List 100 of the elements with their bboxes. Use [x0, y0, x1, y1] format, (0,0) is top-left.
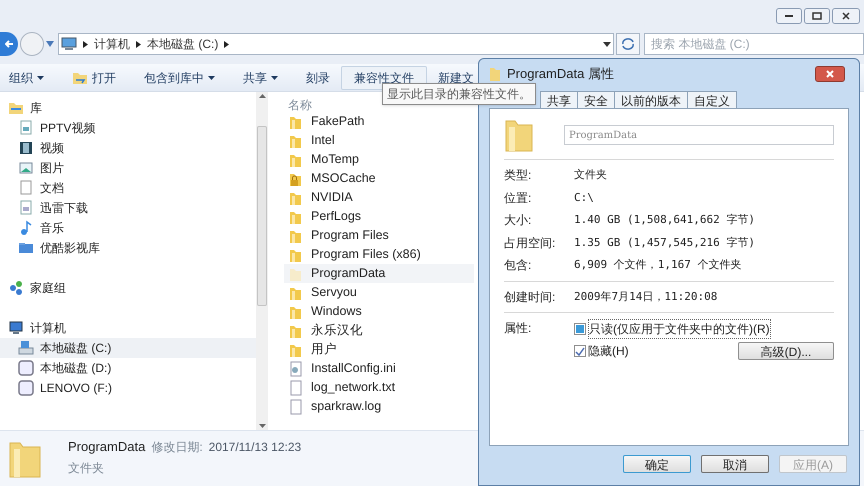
file-item[interactable]: FakePath [284, 112, 474, 131]
attributes-label: 属性: [504, 320, 532, 337]
toolbar-button[interactable]: 组织 [2, 66, 51, 90]
property-value: 文件夹 [574, 167, 607, 183]
file-item[interactable]: 用户 [284, 340, 474, 359]
checkbox-label[interactable]: 隐藏(H) [588, 342, 629, 360]
breadcrumb[interactable]: 本地磁盘 (C:) [147, 35, 218, 53]
file-icon [288, 380, 303, 396]
file-item[interactable]: sparkraw.log [284, 397, 474, 416]
sidebar-item[interactable]: LENOVO (F:) [0, 378, 256, 398]
file-item[interactable]: log_network.txt [284, 378, 474, 397]
back-button[interactable] [0, 32, 18, 56]
tab[interactable]: 自定义 [687, 91, 737, 108]
maximize-button[interactable] [804, 8, 830, 24]
file-item[interactable]: ProgramData [284, 264, 474, 283]
file-icon [288, 360, 303, 376]
file-item[interactable]: 永乐汉化 [284, 321, 474, 340]
checkmark-icon [575, 346, 585, 356]
property-label: 占用空间: [504, 234, 556, 252]
sidebar-group[interactable]: 计算机 [0, 318, 256, 338]
scroll-up-icon[interactable] [258, 94, 266, 98]
date-label: 修改日期: [151, 439, 203, 456]
sidebar-item[interactable]: 文档 [0, 178, 256, 198]
property-label: 大小: [504, 212, 532, 230]
file-item[interactable]: Windows [284, 302, 474, 321]
back-arrow-icon [5, 40, 13, 48]
minimize-icon [785, 15, 793, 17]
scrollbar[interactable] [256, 92, 268, 430]
breadcrumb-arrow-icon[interactable] [83, 40, 88, 48]
refresh-button[interactable] [616, 33, 640, 55]
dialog-button[interactable]: 确定 [623, 455, 691, 473]
caret-icon [208, 76, 215, 80]
file-item[interactable]: Servyou [284, 283, 474, 302]
file-item[interactable]: Intel [284, 131, 474, 150]
caret-icon [271, 76, 278, 80]
toolbar-button[interactable]: 刻录 [299, 66, 337, 90]
breadcrumb-arrow-icon[interactable] [136, 40, 141, 48]
tab[interactable]: 共享 [540, 91, 578, 108]
tooltip: 显示此目录的兼容性文件。 [382, 83, 536, 105]
file-icon [288, 398, 303, 414]
close-icon [826, 70, 834, 78]
sidebar-group[interactable]: 家庭组 [0, 278, 256, 298]
tab[interactable]: 以前的版本 [614, 91, 688, 108]
file-item[interactable]: NVIDIA [284, 188, 474, 207]
item-icon [18, 340, 34, 356]
search-field[interactable]: 搜索 本地磁盘 (C:) [644, 33, 864, 55]
property-label: 位置: [504, 190, 532, 207]
dialog-title: ProgramData 属性 [507, 65, 615, 84]
file-item[interactable]: MSOCache [284, 169, 474, 188]
dropdown-icon[interactable] [603, 42, 611, 46]
file-item[interactable]: Program Files [284, 226, 474, 245]
toolbar-button[interactable]: 打开 [65, 66, 123, 90]
close-button[interactable] [832, 8, 860, 24]
sidebar-group[interactable]: 库 [0, 98, 256, 118]
sidebar-item[interactable]: 本地磁盘 (D:) [0, 358, 256, 378]
item-icon [18, 240, 34, 256]
address-bar[interactable]: 计算机 本地磁盘 (C:) [58, 33, 614, 55]
dialog-button[interactable]: 取消 [701, 455, 769, 473]
breadcrumb-arrow-icon[interactable] [224, 40, 230, 48]
advanced-button[interactable]: 高级(D)... [738, 342, 834, 360]
toolbar-button[interactable]: 包含到库中 [137, 66, 222, 90]
group-icon [8, 320, 24, 336]
sidebar-item[interactable]: 音乐 [0, 218, 256, 238]
minimize-button[interactable] [776, 8, 802, 24]
sidebar-item[interactable]: PPTV视频 [0, 118, 256, 138]
file-type: 文件夹 [68, 460, 105, 476]
group-icon [8, 100, 24, 116]
sidebar-item[interactable]: 优酷影视库 [0, 238, 256, 258]
property-value: 1.40 GB (1,508,641,662 字节) [574, 212, 755, 228]
close-button[interactable] [815, 66, 845, 82]
breadcrumb[interactable]: 计算机 [94, 35, 130, 53]
computer-icon [61, 37, 77, 51]
sidebar-item[interactable]: 视频 [0, 138, 256, 158]
scroll-down-icon[interactable] [258, 424, 266, 428]
sidebar-item[interactable]: 迅雷下载 [0, 198, 256, 218]
sidebar-item[interactable]: 图片 [0, 158, 256, 178]
file-name: ProgramData [68, 438, 146, 456]
modified-date: 2017/11/13 12:23 [208, 439, 302, 456]
folder-icon [489, 66, 501, 82]
checkbox-label[interactable]: 只读(仅应用于文件夹中的文件)(R) [588, 319, 771, 339]
file-item[interactable]: MoTemp [284, 150, 474, 169]
close-icon [842, 12, 850, 20]
item-icon [18, 140, 34, 156]
file-item[interactable]: Program Files (x86) [284, 245, 474, 264]
item-icon [18, 200, 34, 216]
property-value: 2009年7月14日，11:20:08 [574, 288, 718, 304]
property-label: 包含: [504, 257, 532, 274]
property-value: 6,909 个文件，1,167 个文件夹 [574, 257, 742, 273]
item-icon [18, 220, 34, 236]
file-item[interactable]: PerfLogs [284, 207, 474, 226]
file-item[interactable]: InstallConfig.ini [284, 359, 474, 378]
tab[interactable]: 安全 [577, 91, 615, 108]
folder-icon [72, 70, 88, 84]
caret-icon [37, 76, 44, 80]
sidebar-item[interactable]: 本地磁盘 (C:) [0, 338, 256, 358]
checkbox[interactable] [574, 345, 586, 357]
item-icon [18, 160, 34, 176]
toolbar-button[interactable]: 共享 [236, 66, 285, 90]
property-value: C:\ [574, 190, 594, 206]
history-dropdown-icon[interactable] [46, 41, 54, 47]
